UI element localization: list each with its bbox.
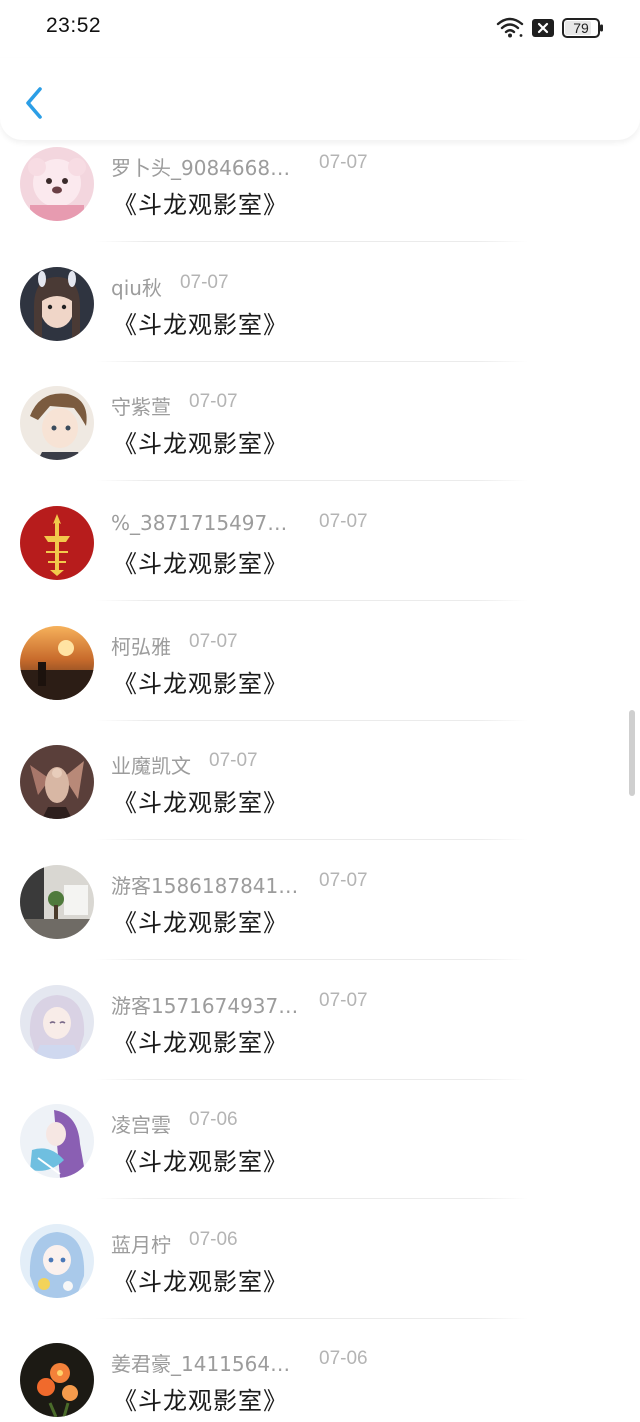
comment-content: 《斗龙观影室》 <box>113 191 288 219</box>
comment-date: 07-07 <box>319 870 368 891</box>
flower-avatar[interactable] <box>20 1343 94 1417</box>
nickname[interactable]: %_387171549736... <box>111 511 299 535</box>
blue-anime-avatar[interactable] <box>20 1224 94 1298</box>
no-sim-icon <box>532 19 554 37</box>
comment-date: 07-07 <box>179 272 229 293</box>
comment-meta: 业魔凯文 07-07 <box>111 750 258 779</box>
nickname[interactable]: 游客15861878419... <box>111 870 299 899</box>
sunset-avatar[interactable] <box>20 626 94 700</box>
back-button[interactable] <box>18 82 54 122</box>
comment-meta: 守紫萱 07-07 <box>111 391 238 420</box>
nickname[interactable]: 柯弘雅 <box>111 631 171 660</box>
comment-list[interactable]: 罗卜头_90846684... 07-07 《斗龙观影室》 qiu秋 07-07 《… <box>0 140 640 1422</box>
list-item[interactable]: 姜君豪_14115640... 07-06 《斗龙观影室》 <box>0 1336 640 1422</box>
comment-meta: 蓝月柠 07-06 <box>111 1229 238 1258</box>
comment-date: 07-07 <box>319 990 368 1011</box>
comment-meta: 罗卜头_90846684... 07-07 <box>111 152 368 181</box>
comment-meta: 柯弘雅 07-07 <box>111 631 238 660</box>
list-item[interactable]: %_387171549736... 07-07 《斗龙观影室》 <box>0 499 640 619</box>
nickname[interactable]: qiu秋 <box>111 272 162 301</box>
divider <box>96 720 528 721</box>
list-item[interactable]: 蓝月柠 07-06 《斗龙观影室》 <box>0 1217 640 1337</box>
comment-content: 《斗龙观影室》 <box>113 1268 288 1296</box>
comment-meta: 姜君豪_14115640... 07-06 <box>111 1348 368 1377</box>
list-item[interactable]: 游客15861878419... 07-07 《斗龙观影室》 <box>0 858 640 978</box>
nickname[interactable]: 游客15716749376... <box>111 990 299 1019</box>
comment-date: 07-06 <box>189 1109 238 1130</box>
comment-meta: 游客15861878419... 07-07 <box>111 870 368 899</box>
divider <box>96 1318 528 1319</box>
comment-date: 07-07 <box>319 152 368 173</box>
anime-girl-avatar[interactable] <box>20 985 94 1059</box>
status-time: 23:52 <box>46 14 102 37</box>
nickname[interactable]: 姜君豪_14115640... <box>111 1348 299 1377</box>
list-item[interactable]: 游客15716749376... 07-07 《斗龙观影室》 <box>0 978 640 1098</box>
anime-boy-avatar[interactable] <box>20 386 94 460</box>
comment-meta: 凌宫雲 07-06 <box>111 1109 238 1138</box>
comment-date: 07-07 <box>319 511 368 532</box>
divider <box>96 959 528 960</box>
divider <box>96 361 528 362</box>
comment-date: 07-07 <box>189 631 238 652</box>
comment-content: 《斗龙观影室》 <box>113 550 288 578</box>
divider <box>96 1079 528 1080</box>
comment-date: 07-07 <box>209 750 258 771</box>
comment-content: 《斗龙观影室》 <box>113 1029 288 1057</box>
wifi-icon <box>496 17 524 38</box>
nickname[interactable]: 守紫萱 <box>111 391 171 420</box>
divider <box>96 241 528 242</box>
red-emblem-avatar[interactable] <box>20 506 94 580</box>
comment-date: 07-06 <box>319 1348 368 1369</box>
nickname[interactable]: 蓝月柠 <box>111 1229 171 1258</box>
comment-content: 《斗龙观影室》 <box>113 1148 288 1176</box>
divider <box>96 1198 528 1199</box>
list-item[interactable]: qiu秋 07-07 《斗龙观影室》 <box>0 260 640 380</box>
comment-content: 《斗龙观影室》 <box>113 1387 288 1415</box>
comment-date: 07-06 <box>189 1229 238 1250</box>
status-bar: 23:52 79 <box>0 0 640 58</box>
nickname[interactable]: 罗卜头_90846684... <box>111 152 299 181</box>
nickname[interactable]: 凌宫雲 <box>111 1109 171 1138</box>
pink-bear-avatar[interactable] <box>20 147 94 221</box>
room-photo-avatar[interactable] <box>20 865 94 939</box>
battery-level: 79 <box>573 20 589 36</box>
purple-anime-avatar[interactable] <box>20 1104 94 1178</box>
game-character-avatar[interactable] <box>20 745 94 819</box>
comment-content: 《斗龙观影室》 <box>113 789 288 817</box>
nickname[interactable]: 业魔凯文 <box>111 750 191 779</box>
chevron-left-icon <box>26 87 42 119</box>
comment-meta: qiu秋 07-07 <box>111 272 229 301</box>
comment-content: 《斗龙观影室》 <box>113 670 288 698</box>
comment-meta: %_387171549736... 07-07 <box>111 511 368 537</box>
divider <box>96 480 528 481</box>
comment-content: 《斗龙观影室》 <box>113 430 288 458</box>
list-item[interactable]: 业魔凯文 07-07 《斗龙观影室》 <box>0 738 640 858</box>
girl-photo-avatar[interactable] <box>20 267 94 341</box>
comment-content: 《斗龙观影室》 <box>113 311 288 339</box>
comment-date: 07-07 <box>189 391 238 412</box>
navigation-bar <box>0 58 640 140</box>
divider <box>96 839 528 840</box>
divider <box>96 600 528 601</box>
list-item[interactable]: 罗卜头_90846684... 07-07 《斗龙观影室》 <box>0 140 640 260</box>
list-item[interactable]: 凌宫雲 07-06 《斗龙观影室》 <box>0 1097 640 1217</box>
list-item[interactable]: 柯弘雅 07-07 《斗龙观影室》 <box>0 619 640 739</box>
list-item[interactable]: 守紫萱 07-07 《斗龙观影室》 <box>0 379 640 499</box>
comment-meta: 游客15716749376... 07-07 <box>111 990 368 1019</box>
scrollbar[interactable] <box>629 710 635 796</box>
comment-content: 《斗龙观影室》 <box>113 909 288 937</box>
